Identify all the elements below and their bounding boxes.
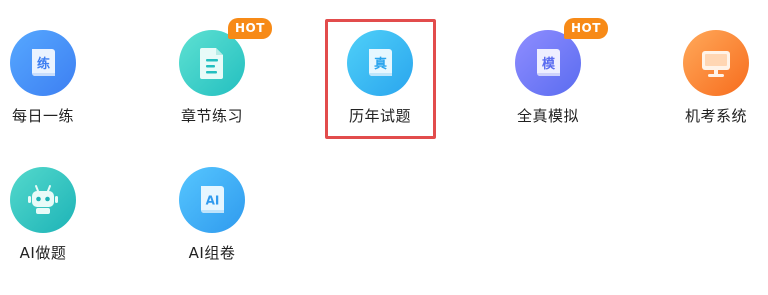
- tile-past-exams[interactable]: 真 历年试题: [320, 18, 440, 138]
- tile-label: 全真模拟: [516, 107, 579, 125]
- tile-full-mock[interactable]: 模 HOT 全真模拟: [488, 18, 608, 138]
- tile-ai-practice[interactable]: AI做题: [0, 155, 103, 275]
- tile-label: 每日一练: [11, 107, 74, 125]
- tile-computer-exam[interactable]: 机考系统: [656, 18, 768, 138]
- book-practice-icon: 练: [10, 30, 76, 96]
- book-mock-icon: 模: [515, 30, 581, 96]
- hot-badge: HOT: [564, 18, 608, 39]
- glyph-text: 练: [37, 56, 50, 72]
- tile-daily-practice[interactable]: 练 每日一练: [0, 18, 103, 138]
- tile-label: AI组卷: [188, 244, 236, 262]
- book-ai-icon: AI: [179, 167, 245, 233]
- tile-ai-paper[interactable]: AI AI组卷: [152, 155, 272, 275]
- tile-label: 章节练习: [180, 107, 243, 125]
- glyph-text: 模: [542, 56, 556, 72]
- tile-label: 机考系统: [684, 107, 747, 125]
- monitor-icon: [683, 30, 749, 96]
- document-icon: [179, 30, 245, 96]
- tile-label: AI做题: [19, 244, 67, 262]
- book-exam-icon: 真: [347, 30, 413, 96]
- tile-chapter-practice[interactable]: HOT 章节练习: [152, 18, 272, 138]
- hot-badge: HOT: [228, 18, 272, 39]
- robot-icon: [10, 167, 76, 233]
- glyph-text: 真: [374, 56, 387, 72]
- tile-label: 历年试题: [348, 107, 411, 125]
- glyph-text: AI: [206, 194, 220, 208]
